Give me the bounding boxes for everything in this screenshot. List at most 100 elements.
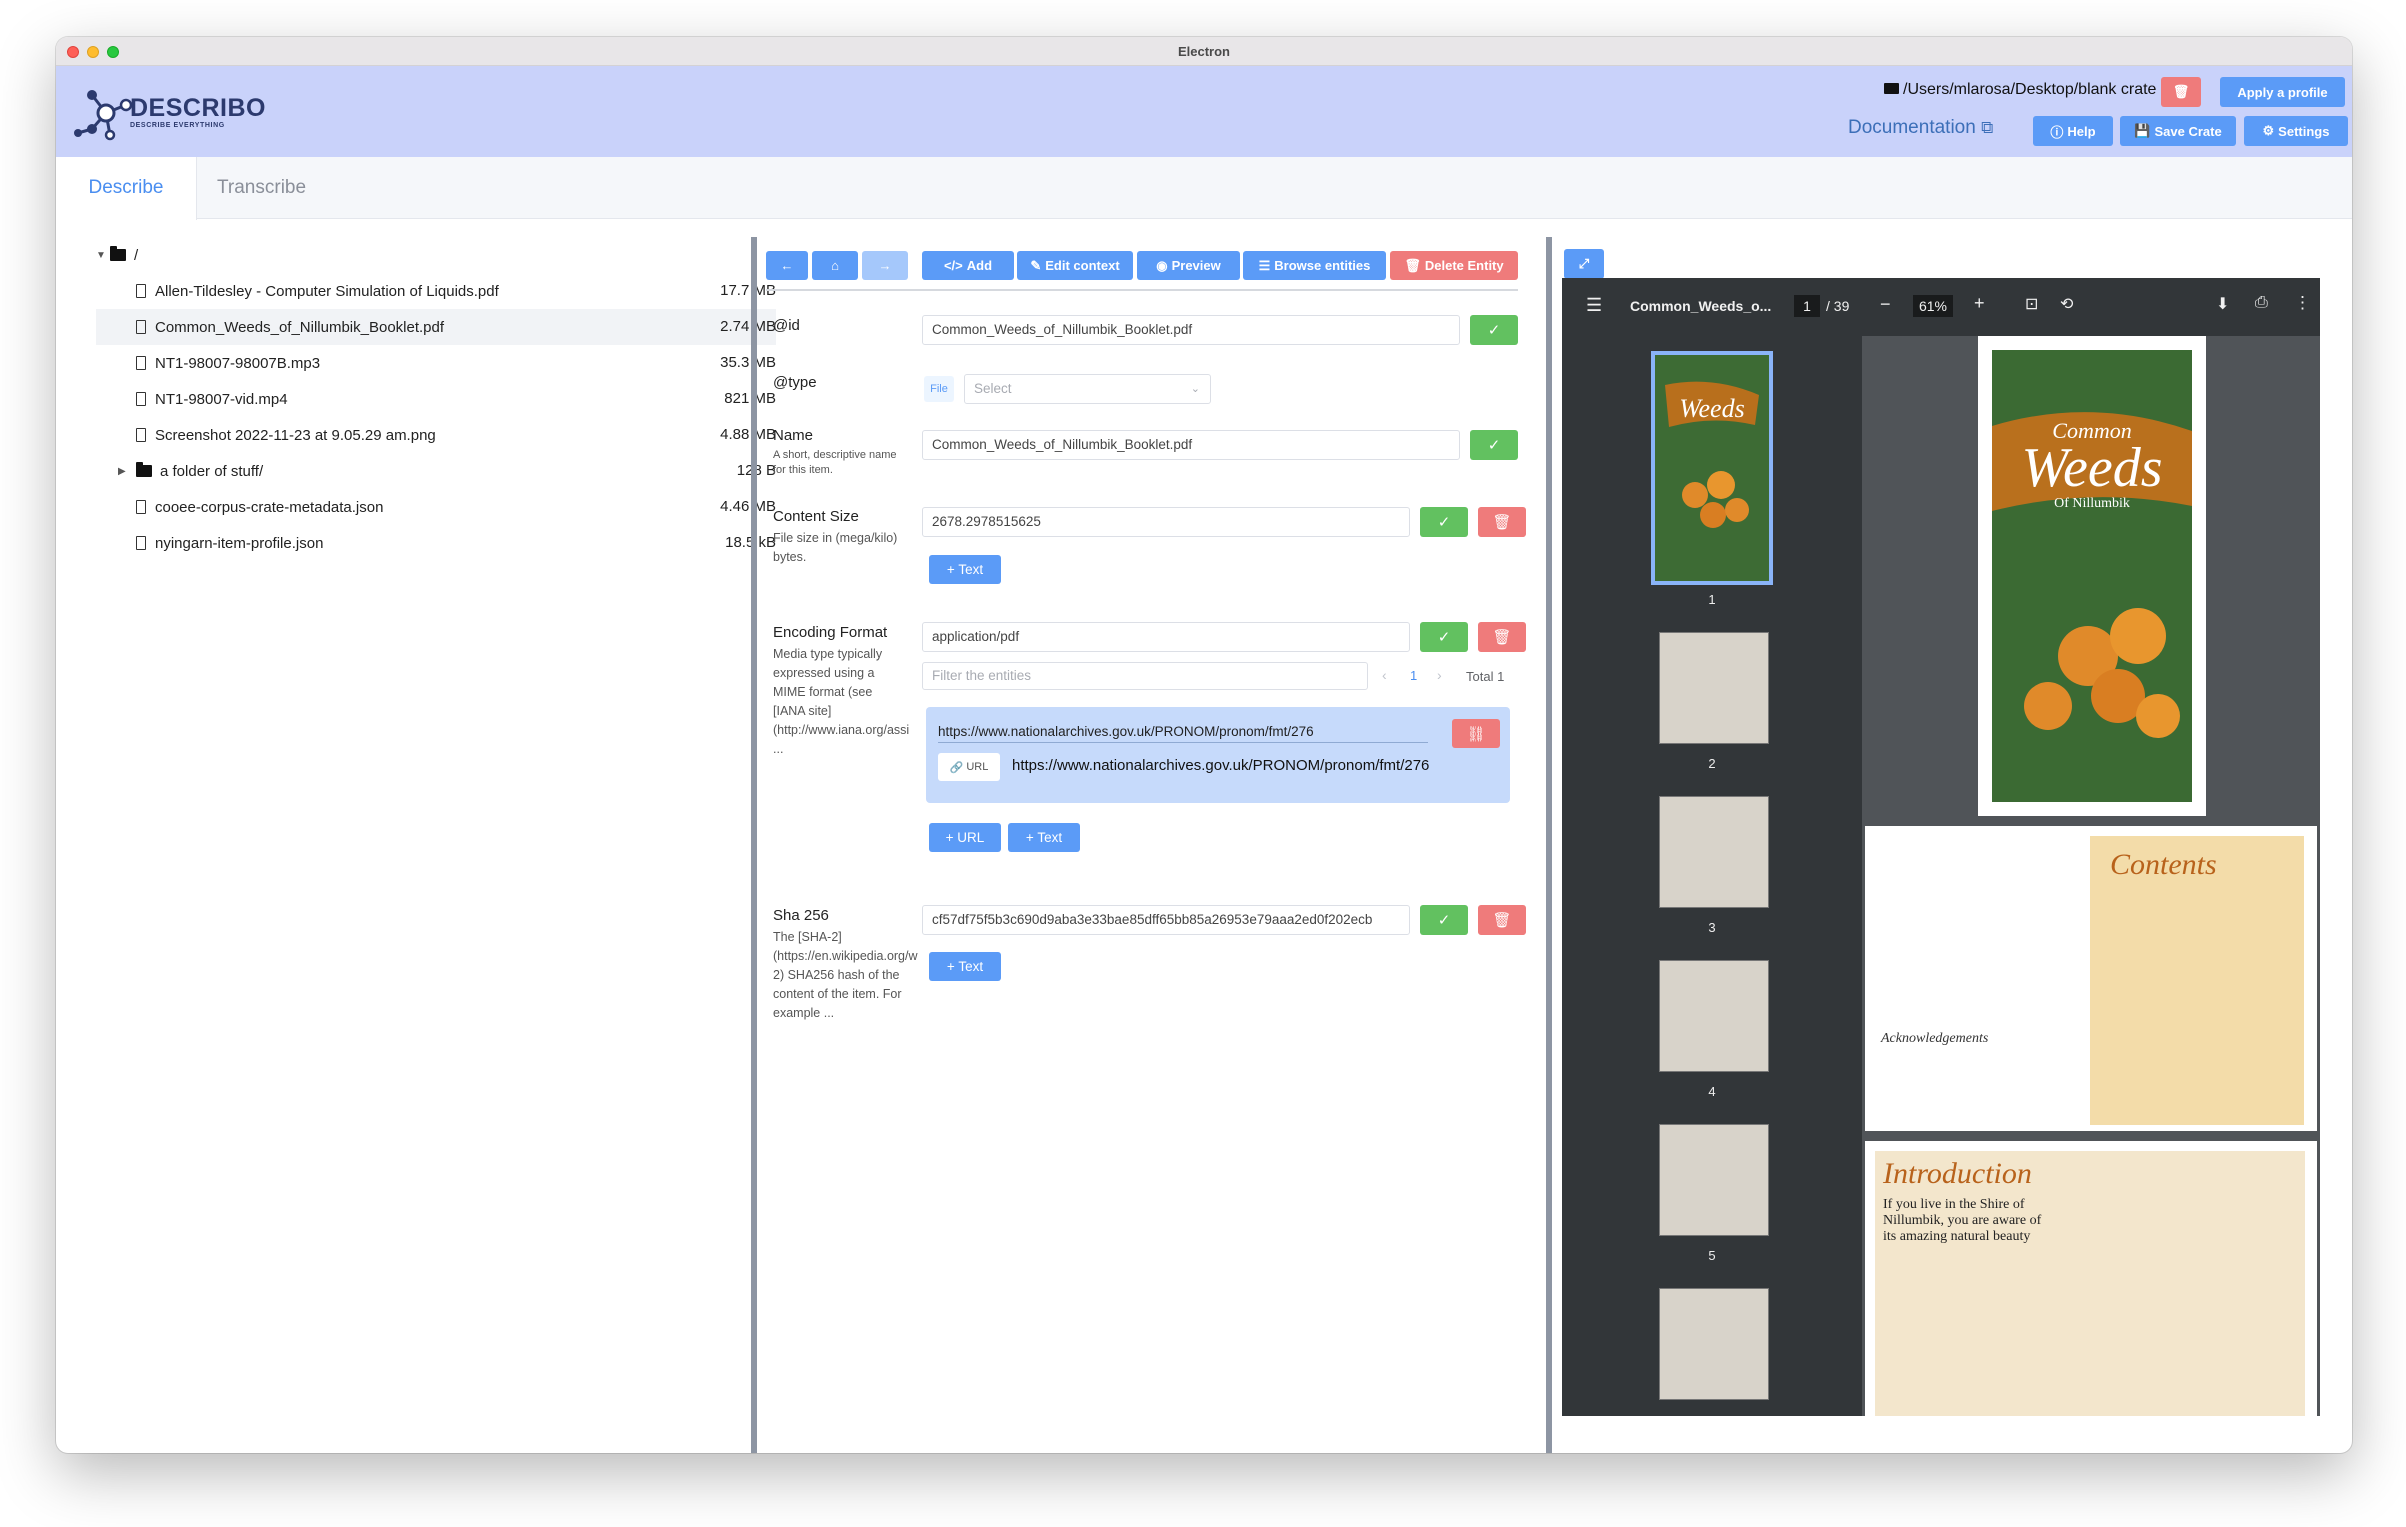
caret-down-icon[interactable]: ▼ (96, 250, 110, 261)
check-icon: ✓ (1437, 912, 1451, 929)
tree-folder[interactable]: ▶ a folder of stuff/128 B (96, 453, 776, 489)
back-button[interactable]: ← (766, 251, 808, 280)
tree-file[interactable]: Screenshot 2022-11-23 at 9.05.29 am.png 4… (96, 417, 776, 453)
tree-root[interactable]: ▼ / (96, 237, 776, 273)
unlink-button[interactable]: ⛓ (1452, 719, 1500, 748)
logo-tagline: DESCRIBE EVERYTHING (130, 122, 225, 129)
content-size-add-text-button[interactable]: + Text (929, 555, 1001, 584)
thumbnail-2-number: 2 (1708, 756, 1716, 771)
sha256-delete-button[interactable]: 🗑 (1478, 905, 1526, 935)
delete-path-button[interactable]: 🗑 (2161, 77, 2201, 107)
sha256-help: The [SHA-2] (https://en.wikipedia.org/w 2)… (773, 930, 918, 1020)
save-crate-button[interactable]: 💾 Save Crate (2120, 116, 2236, 146)
type-tag: File (924, 376, 954, 402)
thumbnail-2[interactable] (1659, 632, 1769, 744)
trash-icon: 🗑 (2172, 84, 2190, 99)
panel-divider-left[interactable] (751, 237, 757, 1453)
thumbnail-6[interactable] (1659, 1288, 1769, 1400)
encoding-format-help: Media type typically expressed using a MIM… (773, 647, 910, 756)
svg-text:Weeds: Weeds (1679, 394, 1744, 423)
preview-button[interactable]: ◉ Preview (1137, 251, 1240, 280)
more-options-icon[interactable]: ⋮ (2294, 293, 2311, 313)
expand-viewer-button[interactable]: ⤢ (1564, 249, 1604, 279)
pager-page[interactable]: 1 (1410, 668, 1417, 683)
pdf-zoom[interactable]: 61% (1913, 295, 1953, 317)
tree-item-name: nyingarn-item-profile.json (155, 534, 324, 552)
close-window-button[interactable] (67, 46, 79, 58)
linked-entity-card (926, 707, 1510, 803)
content-size-label: Content Size (773, 508, 859, 525)
check-icon: ✓ (1437, 629, 1451, 646)
linked-entity-url[interactable]: https://www.nationalarchives.gov.uk/PRON… (1012, 757, 1429, 774)
tree-file[interactable]: Allen-Tildesley - Computer Simulation of… (96, 273, 776, 309)
pager-next-icon[interactable]: › (1437, 667, 1442, 683)
delete-entity-button[interactable]: 🗑 Delete Entity (1390, 251, 1518, 280)
encoding-format-save-button[interactable]: ✓ (1420, 622, 1468, 652)
tab-transcribe[interactable]: Transcribe (217, 157, 306, 219)
thumbnail-3[interactable] (1659, 796, 1769, 908)
fit-page-icon[interactable]: ⊡ (2025, 294, 2038, 314)
intro-panel: Introduction If you live in the Shire of… (1875, 1151, 2305, 1416)
file-icon (136, 356, 146, 370)
encoding-add-text-button[interactable]: + Text (1008, 823, 1080, 852)
add-button[interactable]: </> Add (922, 251, 1014, 280)
thumbnail-5[interactable] (1659, 1124, 1769, 1236)
tree-item-name: NT1-98007-98007B.mp3 (155, 354, 321, 372)
rotate-icon[interactable]: ⟲ (2060, 294, 2073, 314)
edit-context-button[interactable]: ✎ Edit context (1017, 251, 1133, 280)
tree-file[interactable]: nyingarn-item-profile.json 18.5 kB (96, 525, 776, 561)
linked-entity-tag: 🔗 URL (938, 753, 1000, 781)
tree-item-name: cooee-corpus-crate-metadata.json (155, 498, 384, 516)
documentation-link[interactable]: Documentation ⧉ (1848, 117, 1993, 139)
name-label: Name (773, 427, 814, 444)
thumbnail-4-number: 4 (1708, 1084, 1716, 1099)
settings-button[interactable]: ⚙ Settings (2244, 116, 2348, 146)
content-size-delete-button[interactable]: 🗑 (1478, 507, 1526, 537)
type-select[interactable]: Select ⌄ (964, 374, 1211, 404)
encoding-add-url-button[interactable]: + URL (929, 823, 1001, 852)
minimize-window-button[interactable] (87, 46, 99, 58)
name-save-button[interactable]: ✓ (1470, 430, 1518, 460)
tree-file[interactable]: NT1-98007-98007B.mp3 35.3 MB (96, 345, 776, 381)
sha256-add-text-button[interactable]: + Text (929, 952, 1001, 981)
id-save-button[interactable]: ✓ (1470, 315, 1518, 345)
help-button[interactable]: ⓘ Help (2033, 116, 2113, 146)
external-link-icon: ⧉ (1981, 118, 1994, 137)
home-button[interactable]: ⌂ (812, 251, 858, 280)
sha256-save-button[interactable]: ✓ (1420, 905, 1468, 935)
pdf-page-input[interactable]: 1 (1794, 295, 1820, 317)
encoding-format-delete-button[interactable]: 🗑 (1478, 622, 1526, 652)
tree-file[interactable]: cooee-corpus-crate-metadata.json 4.46 MB (96, 489, 776, 525)
tree-file[interactable]: Common_Weeds_of_Nillumbik_Booklet.pdf 2.7… (96, 309, 776, 345)
panel-divider-right[interactable] (1546, 237, 1552, 1453)
tree-item-name: a folder of stuff/ (160, 462, 264, 480)
thumbnail-4[interactable] (1659, 960, 1769, 1072)
info-icon: ⓘ (2050, 124, 2064, 140)
thumbnail-1[interactable]: Weeds (1651, 351, 1773, 585)
browse-entities-button[interactable]: ☰ Browse entities (1243, 251, 1386, 280)
filter-entities-input[interactable]: Filter the entities (922, 662, 1368, 690)
zoom-out-icon[interactable]: − (1880, 294, 1891, 315)
content-size-save-button[interactable]: ✓ (1420, 507, 1468, 537)
edit-icon: ✎ (1030, 257, 1042, 273)
download-icon[interactable]: ⬇ (2216, 294, 2229, 314)
tab-describe[interactable]: Describe (56, 157, 197, 220)
arrow-left-icon: ← (780, 258, 794, 273)
caret-right-icon[interactable]: ▶ (118, 466, 132, 477)
id-input[interactable]: Common_Weeds_of_Nillumbik_Booklet.pdf (922, 315, 1460, 345)
content-size-input[interactable]: 2678.2978515625 (922, 507, 1410, 537)
sha256-input[interactable]: cf57df75f5b3c690d9aba3e33bae85dff65bb85a… (922, 905, 1410, 935)
apply-profile-button[interactable]: Apply a profile (2220, 77, 2345, 107)
menu-icon[interactable]: ☰ (1586, 295, 1602, 316)
pager-prev-icon[interactable]: ‹ (1382, 667, 1387, 683)
pdf-page-2: Acknowledgements Contents (1865, 826, 2317, 1131)
zoom-window-button[interactable] (107, 46, 119, 58)
name-input[interactable]: Common_Weeds_of_Nillumbik_Booklet.pdf (922, 430, 1460, 460)
print-icon[interactable]: ⎙ (2255, 294, 2268, 312)
encoding-format-input[interactable]: application/pdf (922, 622, 1410, 652)
code-icon: </> (943, 258, 963, 273)
zoom-in-icon[interactable]: + (1974, 293, 1985, 314)
forward-button[interactable]: → (862, 251, 908, 280)
tree-file[interactable]: NT1-98007-vid.mp4 821 MB (96, 381, 776, 417)
arrow-right-icon: → (878, 258, 892, 273)
